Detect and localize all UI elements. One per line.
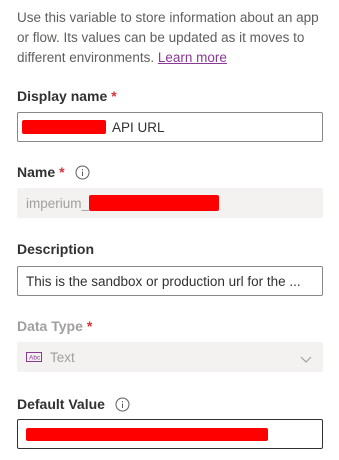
description-label-row: Description — [17, 241, 94, 257]
default-value-label-row: Default Value — [17, 396, 130, 412]
variable-form-panel: Use this variable to store information a… — [0, 0, 339, 460]
description-value: This is the sandbox or production url fo… — [26, 273, 301, 289]
data-type-label: Data Type — [17, 318, 83, 334]
redaction-bar — [22, 120, 106, 134]
default-value-input[interactable] — [17, 419, 323, 449]
info-icon[interactable] — [115, 397, 130, 412]
chevron-down-icon — [300, 352, 312, 367]
description-label: Description — [17, 241, 95, 257]
display-name-label-row: Display name * — [17, 88, 117, 104]
description-input[interactable]: This is the sandbox or production url fo… — [17, 266, 323, 296]
name-input: imperium_ — [17, 188, 323, 218]
display-name-label: Display name — [17, 88, 108, 104]
redaction-bar — [89, 195, 220, 211]
info-icon[interactable] — [75, 165, 90, 180]
required-mark: * — [86, 318, 93, 334]
data-type-label-row: Data Type * — [17, 318, 92, 334]
display-name-value: API URL — [112, 119, 165, 135]
display-name-input[interactable]: API URL — [17, 112, 323, 142]
required-mark: * — [111, 88, 117, 104]
name-label-row: Name * — [17, 164, 90, 180]
redaction-bar — [26, 427, 268, 441]
name-value: imperium_ — [26, 195, 90, 211]
data-type-select: Abc Text — [17, 342, 323, 372]
default-value-label: Default Value — [17, 396, 105, 412]
text-type-icon: Abc — [26, 352, 42, 362]
svg-text:Abc: Abc — [29, 355, 41, 362]
intro-description: Use this variable to store information a… — [17, 8, 327, 68]
name-label: Name — [17, 164, 56, 180]
learn-more-link[interactable]: Learn more — [158, 50, 227, 65]
data-type-value: Text — [50, 349, 75, 365]
required-mark: * — [59, 164, 65, 180]
